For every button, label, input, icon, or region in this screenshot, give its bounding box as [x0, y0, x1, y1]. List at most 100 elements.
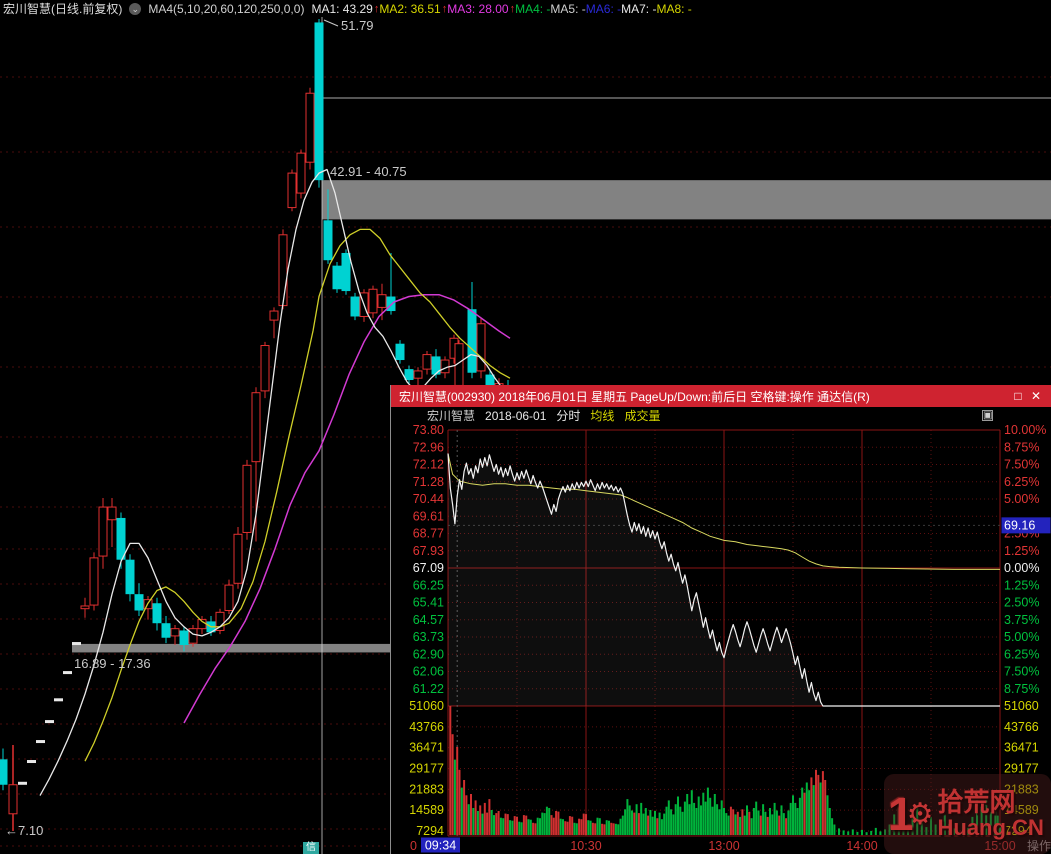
- volume-bar: [971, 817, 973, 835]
- right-zero-label: 0.00%: [1004, 561, 1039, 575]
- volume-bar: [746, 805, 748, 835]
- maximize-button[interactable]: □: [1009, 388, 1027, 404]
- volume-bar: [912, 812, 914, 835]
- volume-bar: [624, 809, 626, 835]
- left-price-label: 65.41: [413, 596, 444, 610]
- volume-bar: [511, 821, 513, 835]
- volume-bar: [638, 813, 640, 835]
- right-pct-label: 6.25%: [1004, 647, 1039, 661]
- candle-body-up: [9, 785, 17, 814]
- volume-bar: [817, 775, 819, 835]
- volume-label[interactable]: 成交量: [624, 407, 660, 424]
- low-price-label: ←7.10: [5, 823, 43, 838]
- cursor-time-label: 09:34: [425, 839, 456, 853]
- volume-bar: [544, 813, 546, 835]
- volume-bar: [675, 804, 677, 835]
- volume-bar: [787, 811, 789, 836]
- volume-bar: [557, 812, 559, 835]
- volume-bar: [620, 819, 622, 835]
- volume-bar: [824, 780, 826, 835]
- candle-body-down: [468, 309, 477, 373]
- volume-bar: [463, 780, 465, 835]
- right-pct-label: 2.50%: [1004, 596, 1039, 610]
- volume-bar: [592, 823, 594, 835]
- volume-bar: [654, 811, 656, 835]
- volume-axis-label: 36471: [409, 741, 444, 755]
- volume-bar: [822, 771, 824, 835]
- volume-bar: [764, 812, 766, 835]
- popup-title: 宏川智慧(002930) 2018年06月01日 星期五 PageUp/Down…: [397, 388, 1009, 405]
- volume-bar: [668, 800, 670, 835]
- volume-bar: [475, 800, 477, 835]
- volume-bar: [571, 817, 573, 835]
- volume-bar: [587, 820, 589, 835]
- ma-value: MA1: 43.29↑: [311, 2, 379, 16]
- volume-bar: [827, 795, 829, 835]
- volume-bar: [615, 824, 617, 835]
- ma-value: MA3: 28.00↑: [447, 2, 515, 16]
- intraday-chart[interactable]: 73.8072.9672.1271.2870.4469.6168.7767.93…: [391, 424, 1051, 854]
- volume-bar: [762, 804, 764, 835]
- volume-bar: [856, 832, 858, 835]
- intraday-popup-window[interactable]: 宏川智慧(002930) 2018年06月01日 星期五 PageUp/Down…: [390, 385, 1051, 854]
- popup-period-label[interactable]: 分时: [556, 407, 580, 424]
- right-pct-label: 5.00%: [1004, 492, 1039, 506]
- volume-bar: [631, 811, 633, 836]
- ma-value: MA6: -: [586, 2, 621, 16]
- volume-bar: [771, 814, 773, 835]
- left-price-label: 71.28: [413, 475, 444, 489]
- volume-bar: [583, 814, 585, 835]
- left-price-label: 67.09: [413, 561, 444, 575]
- volume-bar: [567, 822, 569, 835]
- one-line-candle: [63, 671, 72, 674]
- volume-bar: [670, 809, 672, 835]
- volume-bar: [838, 828, 840, 835]
- volume-bar: [672, 814, 674, 835]
- volume-bar: [916, 805, 918, 835]
- volume-bar: [774, 803, 776, 835]
- volume-axis-label: 36471: [1004, 741, 1039, 755]
- volume-bar: [617, 824, 619, 835]
- candle-body-up: [90, 558, 98, 605]
- volume-bar: [479, 805, 481, 835]
- candle-body-up: [306, 93, 314, 162]
- left-price-label: 67.93: [413, 544, 444, 558]
- candle-body-up: [288, 173, 296, 207]
- volume-bar: [712, 807, 714, 835]
- volume-bar: [532, 823, 534, 835]
- message-icon[interactable]: 信: [303, 842, 319, 854]
- close-button[interactable]: ✕: [1027, 388, 1045, 404]
- candle-body-down: [117, 518, 126, 560]
- volume-axis-label: 43766: [1004, 720, 1039, 734]
- volume-bar: [700, 805, 702, 835]
- ma-value-text: MA2: 36.51: [379, 2, 440, 16]
- volume-bar: [507, 814, 509, 835]
- volume-axis-label: 21883: [1004, 782, 1039, 796]
- layout-icon[interactable]: ▣: [982, 410, 993, 421]
- volume-bar: [801, 788, 803, 835]
- volume-bar: [725, 813, 727, 835]
- time-label: 13:00: [708, 839, 739, 853]
- volume-bar: [603, 824, 605, 835]
- volume-bar: [723, 808, 725, 835]
- chevron-down-icon[interactable]: ⌄: [129, 3, 141, 15]
- ma-value: MA4: -: [515, 2, 550, 16]
- volume-bar: [585, 814, 587, 835]
- ma-indicator-params[interactable]: MA4(5,10,20,60,120,250,0,0): [148, 2, 304, 16]
- popup-titlebar[interactable]: 宏川智慧(002930) 2018年06月01日 星期五 PageUp/Down…: [391, 385, 1051, 407]
- one-line-candle: [54, 698, 63, 701]
- volume-bar: [472, 808, 474, 835]
- volume-bar: [902, 820, 904, 836]
- volume-bar: [521, 822, 523, 835]
- avg-line-label[interactable]: 均线: [590, 407, 614, 424]
- volume-bar: [767, 817, 769, 835]
- stock-title[interactable]: 宏川智慧(日线.前复权): [3, 0, 122, 17]
- volume-bar: [608, 821, 610, 835]
- volume-bar: [652, 817, 654, 835]
- volume-bar: [636, 804, 638, 835]
- volume-bar: [454, 760, 456, 835]
- left-price-label: 72.12: [413, 458, 444, 472]
- volume-bar: [555, 811, 557, 835]
- volume-bar: [792, 795, 794, 835]
- one-line-candle: [72, 642, 81, 645]
